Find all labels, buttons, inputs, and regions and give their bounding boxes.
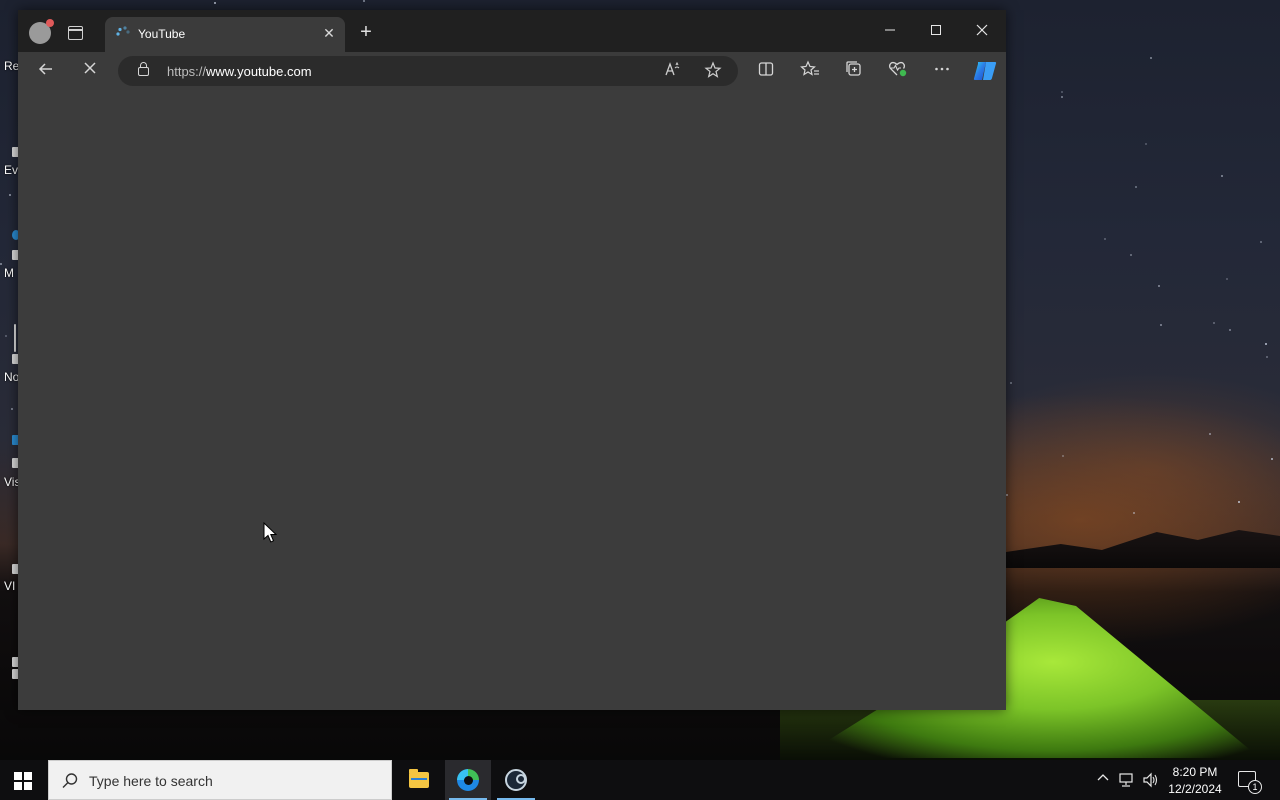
taskbar-search-box[interactable]: Type here to search xyxy=(48,760,392,800)
star xyxy=(1133,511,1136,514)
star xyxy=(1212,321,1215,324)
address-bar[interactable]: https://www.youtube.com xyxy=(118,56,738,86)
desktop-icon-label: VI xyxy=(4,579,16,593)
desktop-icon-notepad[interactable]: No xyxy=(0,322,20,384)
stop-loading-button[interactable] xyxy=(79,60,101,82)
close-window-button[interactable] xyxy=(962,18,1002,44)
mouse-cursor xyxy=(263,521,278,549)
search-icon xyxy=(61,772,79,790)
taskbar-file-explorer[interactable] xyxy=(396,760,442,800)
maximize-button[interactable] xyxy=(916,18,956,44)
volume-icon[interactable] xyxy=(1142,772,1158,788)
page-content-area xyxy=(18,90,1006,710)
star xyxy=(1061,455,1064,458)
desktop-icon-label: Ev xyxy=(4,163,18,177)
desktop-icon-vlc[interactable]: VI xyxy=(0,562,20,593)
title-bar: YouTube ✕ + xyxy=(18,10,1006,52)
desktop-icon-label: M xyxy=(4,266,14,280)
desktop-icon-label: Re xyxy=(4,59,18,73)
tab-close-icon[interactable]: ✕ xyxy=(321,25,337,41)
star xyxy=(1157,285,1160,288)
star xyxy=(1265,355,1268,358)
star xyxy=(1237,500,1240,503)
edge-browser-window: YouTube ✕ + https://www.youtube.com xyxy=(18,10,1006,710)
star xyxy=(1061,91,1064,94)
taskbar-edge[interactable] xyxy=(445,760,491,800)
browser-essentials-icon[interactable] xyxy=(887,60,909,82)
star xyxy=(362,0,365,2)
clock-date: 12/2/2024 xyxy=(1168,782,1222,796)
desktop-icon-recycle-bin[interactable]: Re xyxy=(0,58,18,78)
copilot-icon[interactable] xyxy=(972,58,998,84)
taskbar: Type here to search 8:20 PM 12/2/2024 1 xyxy=(0,760,1280,800)
star xyxy=(1271,458,1274,461)
lock-icon[interactable] xyxy=(138,62,149,76)
mountain-silhouette xyxy=(1006,530,1280,568)
minimize-button[interactable] xyxy=(870,18,910,44)
star xyxy=(1009,382,1012,385)
star xyxy=(1226,277,1229,280)
more-options-icon[interactable] xyxy=(931,60,953,82)
star xyxy=(1259,240,1262,243)
desktop-icon-steam[interactable] xyxy=(0,655,20,681)
favorite-star-icon[interactable] xyxy=(703,61,723,81)
star xyxy=(1135,186,1138,189)
star xyxy=(1265,342,1268,345)
collections-icon[interactable] xyxy=(843,60,865,82)
desktop-icon-visual-studio[interactable]: Vis xyxy=(0,433,20,489)
notification-count-badge: 1 xyxy=(1248,780,1262,794)
desktop-icon-ev[interactable]: Ev xyxy=(0,145,20,177)
url-scheme: https:// xyxy=(167,64,207,79)
tab-youtube[interactable]: YouTube ✕ xyxy=(105,17,345,52)
desktop-icon-m[interactable]: M xyxy=(0,228,20,280)
desktop-icon-label: Vis xyxy=(4,475,18,489)
url-text[interactable]: https://www.youtube.com xyxy=(167,64,312,79)
network-icon[interactable] xyxy=(1118,772,1134,788)
notepad-shortcut-icon xyxy=(14,324,16,352)
star xyxy=(1229,328,1231,331)
star xyxy=(1160,323,1163,326)
new-tab-button[interactable]: + xyxy=(356,22,376,42)
desktop-icon-label: No xyxy=(4,370,18,384)
star xyxy=(1150,56,1153,59)
navigation-toolbar: https://www.youtube.com xyxy=(18,52,1006,90)
star xyxy=(1220,175,1223,178)
system-clock[interactable]: 8:20 PM 12/2/2024 xyxy=(1162,764,1228,798)
clock-time: 8:20 PM xyxy=(1172,765,1218,779)
star xyxy=(1129,254,1132,257)
star xyxy=(8,194,11,197)
star xyxy=(10,408,13,411)
back-button[interactable] xyxy=(35,60,57,82)
read-aloud-icon[interactable] xyxy=(663,61,683,81)
star xyxy=(1208,433,1211,436)
taskbar-steam[interactable] xyxy=(493,760,539,800)
split-screen-icon[interactable] xyxy=(755,60,777,82)
steam-icon xyxy=(505,769,527,791)
favorites-icon[interactable] xyxy=(799,60,821,82)
star xyxy=(1061,96,1064,99)
file-explorer-icon xyxy=(409,769,429,788)
search-placeholder: Type here to search xyxy=(89,773,213,789)
star xyxy=(1006,493,1009,496)
star xyxy=(1145,142,1148,145)
loading-spinner-icon xyxy=(115,26,131,42)
profile-avatar-icon[interactable] xyxy=(29,19,54,44)
tab-title: YouTube xyxy=(138,27,186,41)
show-hidden-icons-chevron-icon[interactable] xyxy=(1095,772,1111,788)
edge-icon xyxy=(457,769,479,791)
star xyxy=(213,1,216,4)
windows-start-icon[interactable] xyxy=(14,772,32,790)
tab-actions-icon[interactable] xyxy=(68,26,83,40)
url-host: www.youtube.com xyxy=(206,64,312,79)
star xyxy=(1104,238,1107,241)
